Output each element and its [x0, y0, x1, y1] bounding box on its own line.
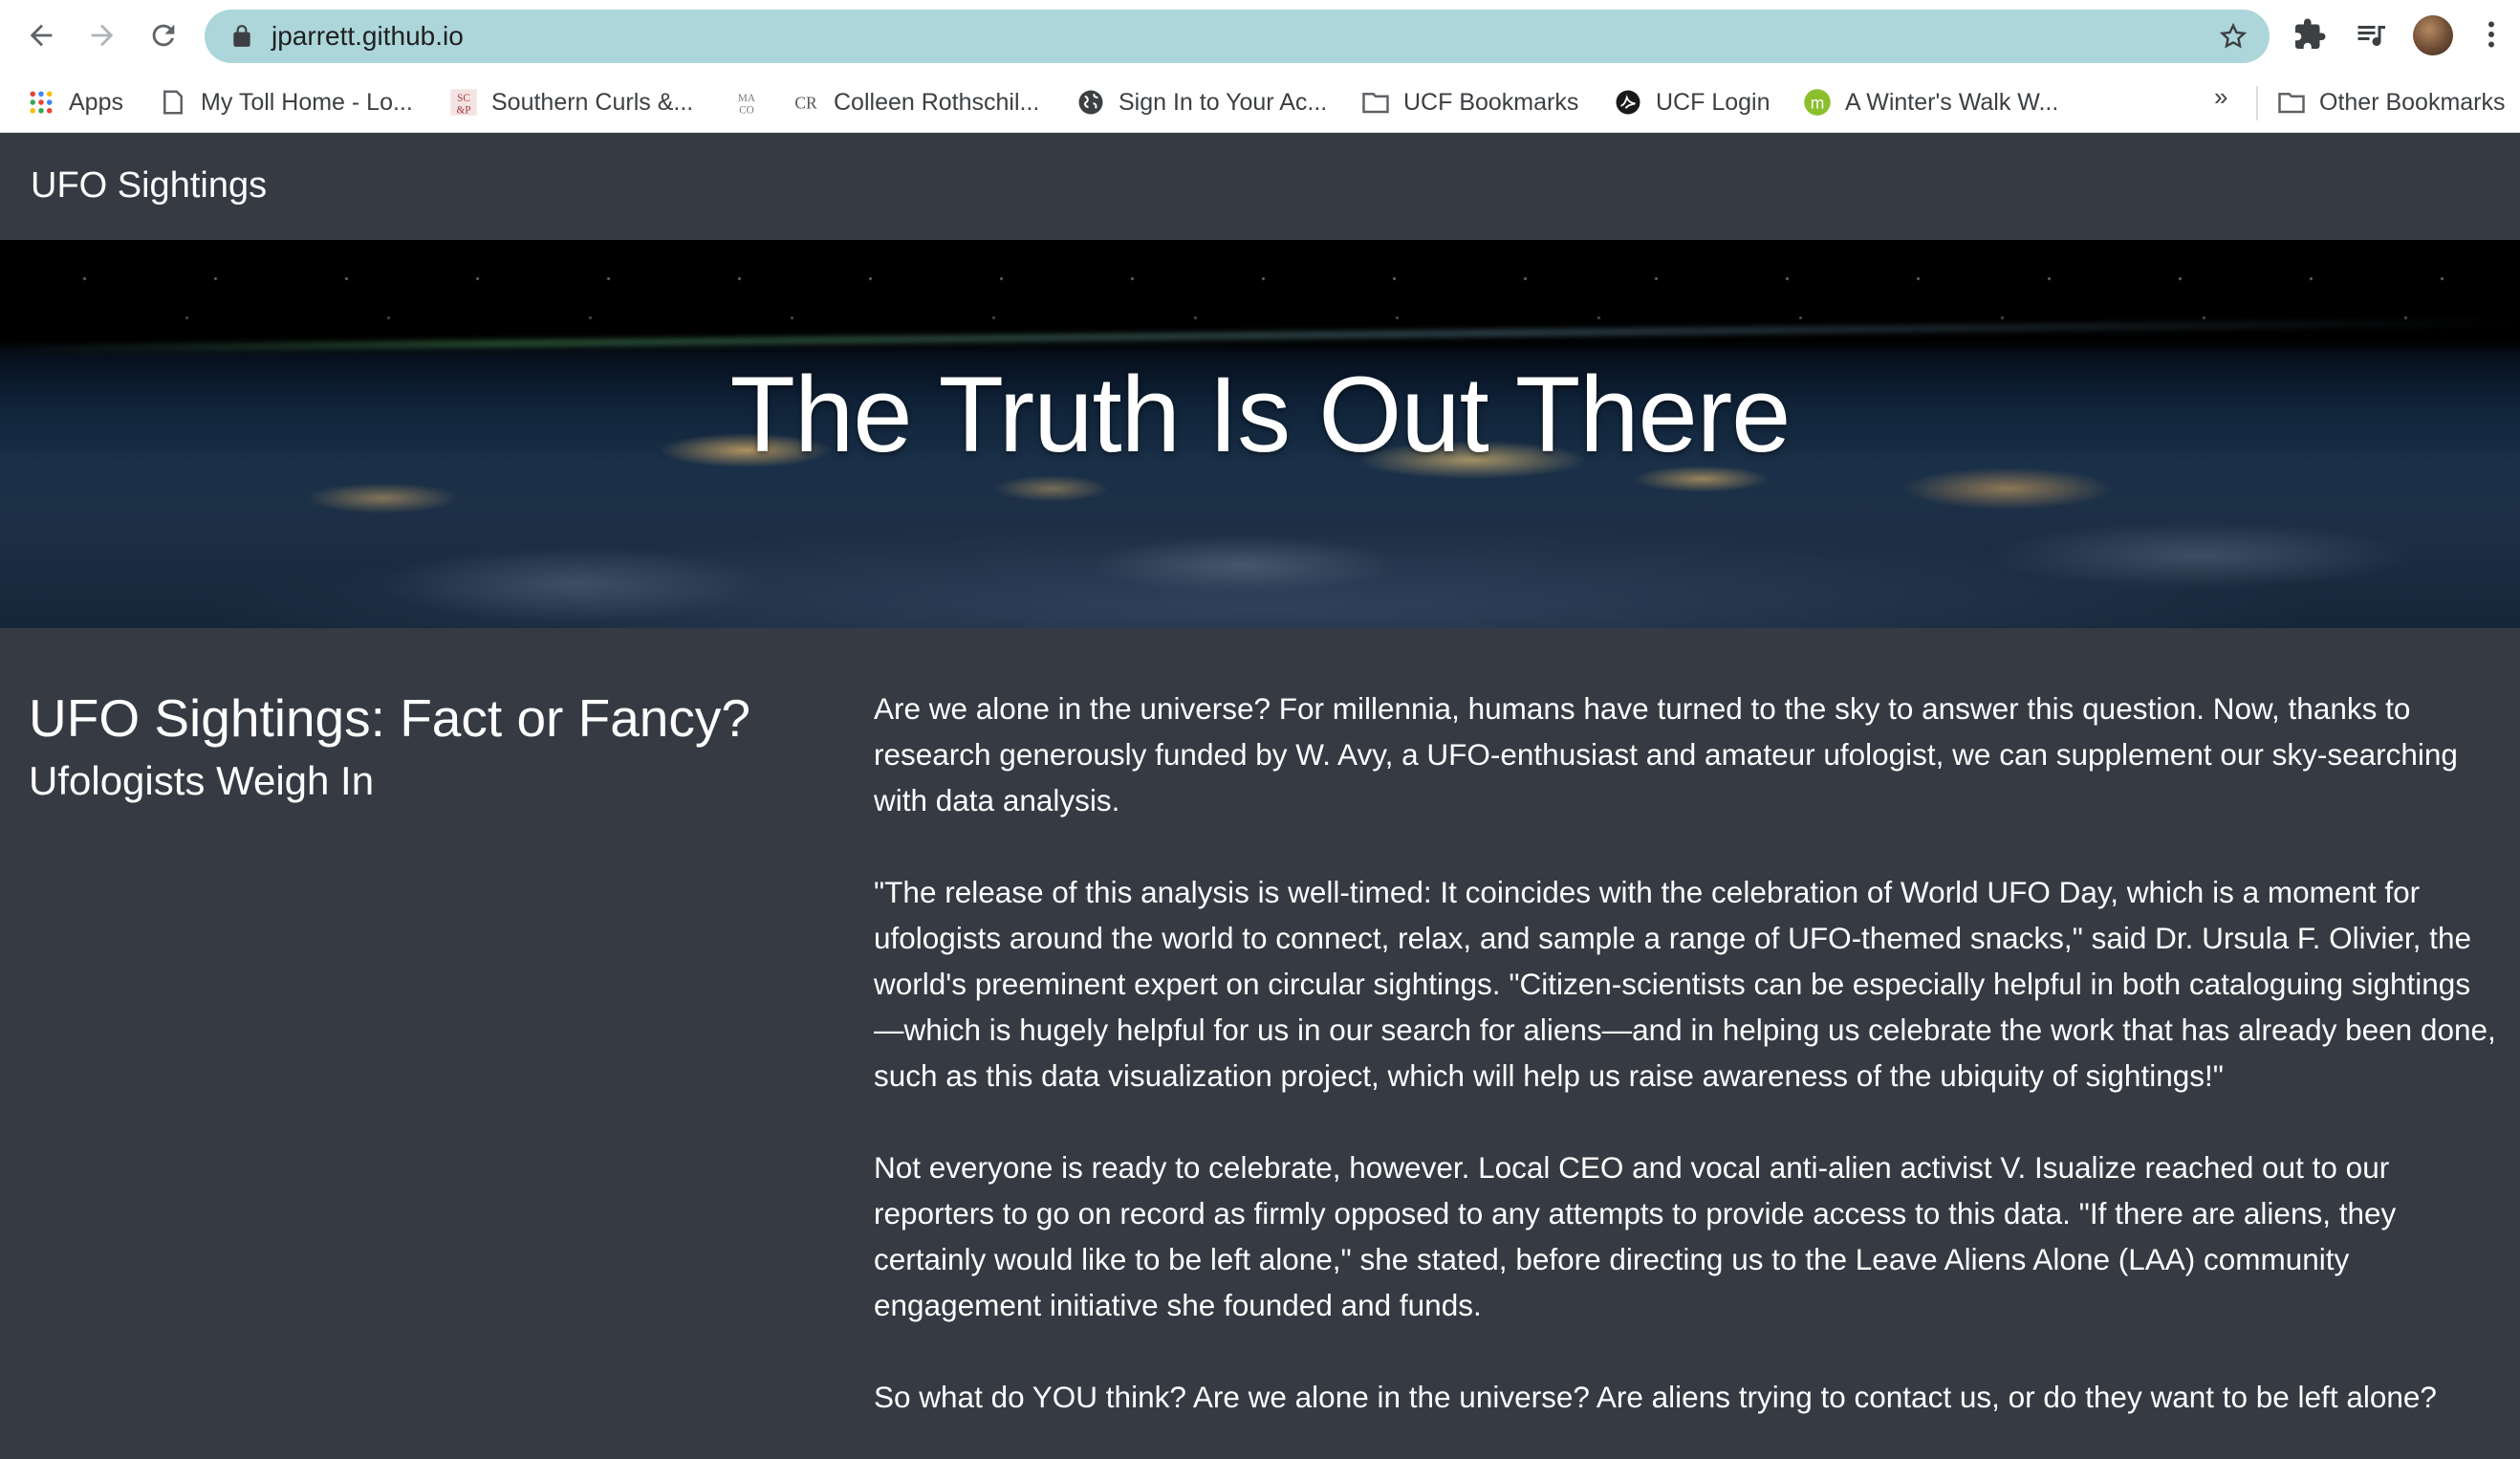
apps-grid-icon [27, 88, 55, 117]
bookmark-label: Sign In to Your Ac... [1119, 88, 1328, 116]
bookmark-apps[interactable]: Apps [27, 86, 123, 119]
globe-icon [1076, 88, 1105, 117]
playlist-icon [2357, 26, 2385, 47]
site-navbar: UFO Sightings [0, 133, 2520, 240]
bookmark-label: A Winter's Walk W... [1845, 88, 2059, 116]
bookmark-ucf-bookmarks[interactable]: UCF Bookmarks [1361, 86, 1578, 119]
folder-icon [2277, 88, 2306, 117]
media-control-button[interactable] [2352, 15, 2390, 54]
bookmarks-overflow-chevron[interactable]: » [2214, 82, 2227, 112]
address-bar[interactable]: jparrett.github.io [205, 10, 2270, 63]
svg-text:m: m [1811, 93, 1825, 112]
bookmark-sign-in[interactable]: Sign In to Your Ac... [1076, 86, 1327, 119]
svg-text:MA: MA [738, 93, 756, 104]
bookmark-winters-walk[interactable]: m A Winter's Walk W... [1803, 86, 2058, 119]
favicon-mco: MA CO [732, 88, 761, 117]
article-body: Are we alone in the universe? For millen… [874, 686, 2499, 1459]
article-paragraph: "The release of this analysis is well-ti… [874, 875, 2496, 1093]
bookmark-mco[interactable]: MA CO [732, 86, 761, 119]
bookmark-southern-curls[interactable]: SC &P Southern Curls &... [449, 86, 693, 119]
back-button[interactable] [19, 13, 63, 57]
bookmark-label: UCF Login [1656, 88, 1771, 116]
svg-text:SC: SC [457, 93, 470, 104]
site-brand[interactable]: UFO Sightings [31, 165, 267, 207]
bookmark-other-bookmarks[interactable]: Other Bookmarks [2277, 86, 2506, 119]
ucf-pegasus-icon [1614, 88, 1642, 117]
browser-menu-button[interactable] [2472, 15, 2510, 54]
reload-icon [152, 24, 175, 47]
reload-button[interactable] [141, 13, 185, 57]
bookmark-label: Southern Curls &... [491, 88, 694, 116]
bookmark-label: Apps [69, 88, 123, 116]
page-heading: UFO Sightings: Fact or Fancy? [29, 688, 750, 748]
arrow-right-icon [91, 24, 114, 47]
svg-text:CR: CR [794, 93, 817, 112]
favicon-m: m [1803, 88, 1832, 117]
bookmark-label: UCF Bookmarks [1403, 88, 1579, 116]
article-paragraph: So what do YOU think? Are we alone in th… [874, 1380, 2437, 1414]
page-icon [159, 88, 187, 117]
more-vert-icon [2488, 21, 2494, 48]
bookmark-label: Colleen Rothschil... [834, 88, 1040, 116]
arrow-left-icon [30, 24, 53, 47]
bookmark-my-toll-home[interactable]: My Toll Home - Lo... [159, 86, 413, 119]
svg-text:&P: &P [456, 104, 470, 116]
page-subheading: Ufologists Weigh In [29, 758, 375, 803]
puzzle-icon [2295, 18, 2326, 49]
favicon-sc: SC &P [449, 88, 478, 117]
bookmark-star-icon[interactable] [2218, 21, 2248, 52]
folder-icon [1361, 88, 1390, 117]
bookmark-ucf-login[interactable]: UCF Login [1614, 86, 1771, 119]
extensions-button[interactable] [2291, 15, 2329, 54]
bookmark-label: My Toll Home - Lo... [201, 88, 413, 116]
browser-toolbar: jparrett.github.io [0, 0, 2520, 73]
article-heading-block: UFO Sightings: Fact or Fancy? Ufologists… [29, 687, 813, 804]
page-content: UFO Sightings The Truth Is Out There UFO… [0, 133, 2520, 1459]
url-text: jparrett.github.io [272, 21, 464, 51]
article-paragraph: Are we alone in the universe? For millen… [874, 691, 2458, 817]
bookmark-label: Other Bookmarks [2319, 88, 2506, 116]
hero-banner: The Truth Is Out There [0, 240, 2520, 628]
lock-icon [233, 25, 250, 47]
bookmark-colleen-rothschild[interactable]: CR Colleen Rothschil... [792, 86, 1039, 119]
svg-text:CO: CO [739, 104, 754, 116]
bookmarks-divider [2256, 86, 2258, 120]
article-paragraph: Not everyone is ready to celebrate, howe… [874, 1150, 2397, 1322]
favicon-cr: CR [792, 88, 820, 117]
hero-title: The Truth Is Out There [729, 355, 1792, 474]
bookmarks-bar: Apps My Toll Home - Lo... SC &P Southern … [0, 73, 2520, 133]
profile-avatar[interactable] [2413, 15, 2453, 55]
forward-button[interactable] [80, 13, 124, 57]
